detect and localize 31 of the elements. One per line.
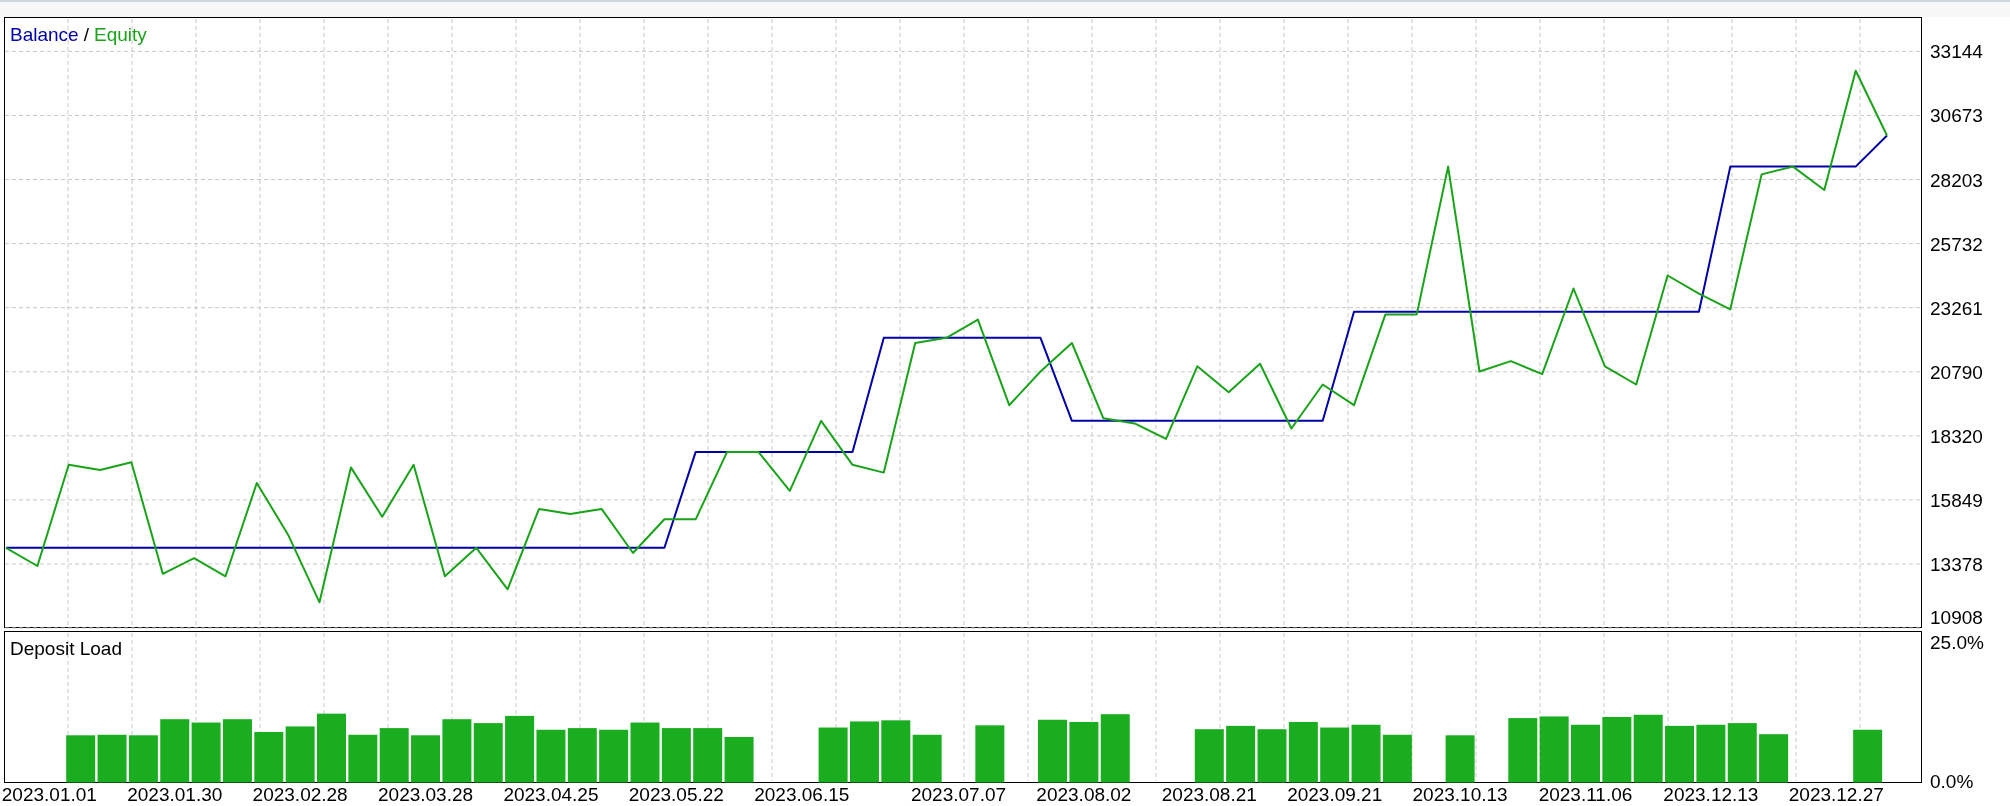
legend-label: Equity	[93, 24, 147, 46]
date-label: 2023.11.06	[1538, 784, 1633, 805]
date-label: 2023.09.21	[1287, 784, 1383, 805]
date-label: 2023.05.22	[628, 784, 724, 805]
date-label: 2023.07.07	[910, 784, 1007, 805]
date-label: 2023.03.28	[378, 784, 474, 805]
legend-separator: /	[83, 24, 89, 46]
axis-label: 15849	[1930, 489, 1983, 511]
date-label: 2023.10.13	[1412, 784, 1508, 805]
date-label: 2023.01.01	[1, 784, 97, 805]
axis-label: 20790	[1930, 361, 1983, 383]
axis-label: 13378	[1930, 553, 1983, 575]
chart-title: Deposit Load	[10, 638, 122, 660]
axis-label: 25732	[1930, 233, 1983, 255]
date-label: 2023.08.21	[1161, 784, 1257, 805]
date-label: 2023.12.27	[1788, 784, 1884, 805]
axis-label: 18320	[1930, 425, 1983, 447]
legend-label: Balance	[10, 24, 79, 46]
axis-label: 30673	[1930, 105, 1983, 127]
date-label: 2023.12.13	[1663, 784, 1759, 805]
axis-label: 0.0%	[1930, 770, 1974, 792]
date-label: 2023.02.28	[252, 784, 348, 805]
axis-label: 25.0%	[1930, 631, 1984, 653]
date-label: 2023.08.02	[1036, 784, 1132, 805]
axis-label: 10908	[1930, 607, 1983, 628]
date-label: 2023.04.25	[503, 784, 599, 805]
date-label: 2023.01.30	[127, 784, 223, 805]
axis-label: 28203	[1930, 169, 1983, 191]
date-label: 2023.06.15	[754, 784, 850, 805]
axis-label: 23261	[1930, 297, 1983, 319]
axis-label: 33144	[1930, 41, 1983, 63]
